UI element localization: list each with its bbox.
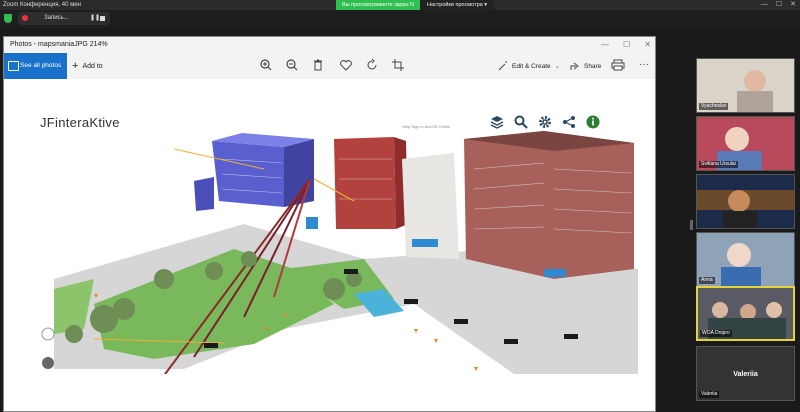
- participant-name: Valeriia: [699, 391, 720, 398]
- participant-tile[interactable]: Vyacheslav: [696, 58, 795, 113]
- add-to-label: Add to: [82, 62, 103, 70]
- search-icon[interactable]: [514, 115, 528, 129]
- zoom-window-controls: — ☐ ✕: [761, 0, 796, 10]
- photos-toolbar: See all photos + Add to Edit & Create ⌄ …: [4, 53, 655, 79]
- close-icon[interactable]: ✕: [790, 0, 796, 10]
- participant-name: Vyacheslav: [699, 103, 729, 110]
- tall-brick-building: [464, 131, 634, 279]
- share-network-icon[interactable]: [562, 115, 576, 129]
- rotate-icon[interactable]: [364, 57, 380, 73]
- share-icon: [570, 62, 579, 70]
- stop-recording-icon[interactable]: [100, 16, 105, 21]
- add-to-button[interactable]: + Add to: [72, 53, 103, 79]
- fullscreen-icon[interactable]: ⤢: [638, 400, 648, 410]
- map-logo: JFinteraKtive: [40, 115, 120, 130]
- participant-tile-active-speaker[interactable]: WOA Dnipro: [696, 286, 795, 341]
- favorite-heart-icon[interactable]: [338, 57, 354, 73]
- photo-gallery-icon: [8, 61, 19, 71]
- zoom-out-icon[interactable]: [284, 57, 300, 73]
- crop-icon[interactable]: [390, 57, 406, 73]
- edit-create-button[interactable]: Edit & Create ⌄: [498, 53, 560, 79]
- close-icon[interactable]: ✕: [644, 37, 651, 53]
- participant-scroll[interactable]: [690, 220, 693, 230]
- participant-tile[interactable]: Anna: [696, 232, 795, 287]
- participant-tile[interactable]: Svitlana Ursulai: [696, 116, 795, 171]
- share-button[interactable]: Share: [570, 53, 601, 79]
- participant-name: WOA Dnipro: [700, 330, 732, 337]
- participant-tile[interactable]: Valeriia Valeriia: [696, 346, 795, 401]
- photos-window-controls: — ☐ ✕: [601, 37, 651, 53]
- maximize-icon[interactable]: ☐: [776, 0, 782, 10]
- view-options-menu[interactable]: Настройки просмотра ▾: [420, 0, 494, 10]
- edit-sparkle-icon: [498, 61, 507, 71]
- building-sign: [544, 269, 566, 277]
- record-icon: [22, 15, 28, 21]
- pause-recording-icon[interactable]: ❚❚: [90, 12, 100, 25]
- layers-icon[interactable]: [490, 115, 504, 129]
- minimize-icon[interactable]: —: [761, 0, 768, 10]
- red-brick-building: [334, 137, 396, 229]
- participant-name: Svitlana Ursulai: [699, 161, 738, 168]
- zoom-in-map-icon: [42, 357, 54, 369]
- photos-window: Photos - mapsmaniaJPG 214% — ☐ ✕ See all…: [3, 36, 656, 412]
- info-icon[interactable]: [586, 115, 600, 129]
- participant-tile[interactable]: [696, 174, 795, 229]
- recording-indicator: Запись... ❚❚: [18, 12, 110, 25]
- delete-icon[interactable]: [310, 57, 326, 73]
- zoom-window-title: Zoom Конференция, 40 мин: [3, 2, 81, 8]
- zoom-toolbar: Запись... ❚❚: [0, 10, 800, 28]
- photos-window-title: Photos - mapsmaniaJPG 214%: [10, 41, 108, 48]
- compass-icon: [41, 327, 55, 341]
- see-all-photos-label: See all photos: [20, 62, 62, 69]
- chevron-down-icon: ⌄: [554, 63, 561, 70]
- building-sign: [412, 239, 438, 247]
- participant-name: Anna: [699, 277, 715, 284]
- photos-titlebar: Photos - mapsmaniaJPG 214% — ☐ ✕: [4, 37, 655, 53]
- video-feed: [697, 175, 794, 228]
- city-3d-scene[interactable]: [34, 129, 638, 374]
- map-toolbar: [490, 115, 600, 129]
- building-sign: [306, 217, 318, 229]
- minimize-icon[interactable]: —: [601, 37, 609, 53]
- share-label: Share: [584, 62, 602, 70]
- edit-create-label: Edit & Create: [512, 62, 551, 70]
- gear-icon[interactable]: [538, 115, 552, 129]
- shield-icon[interactable]: [4, 14, 12, 23]
- see-all-photos-button[interactable]: See all photos: [4, 53, 67, 79]
- recording-label: Запись...: [44, 15, 69, 21]
- maximize-icon[interactable]: ☐: [623, 37, 630, 53]
- zoom-in-icon[interactable]: [258, 57, 274, 73]
- print-icon[interactable]: [610, 57, 626, 73]
- more-options-icon[interactable]: ···: [636, 57, 652, 73]
- plus-icon: +: [72, 59, 79, 72]
- screen-share-banner: Вы просматриваете экран N: [336, 0, 420, 10]
